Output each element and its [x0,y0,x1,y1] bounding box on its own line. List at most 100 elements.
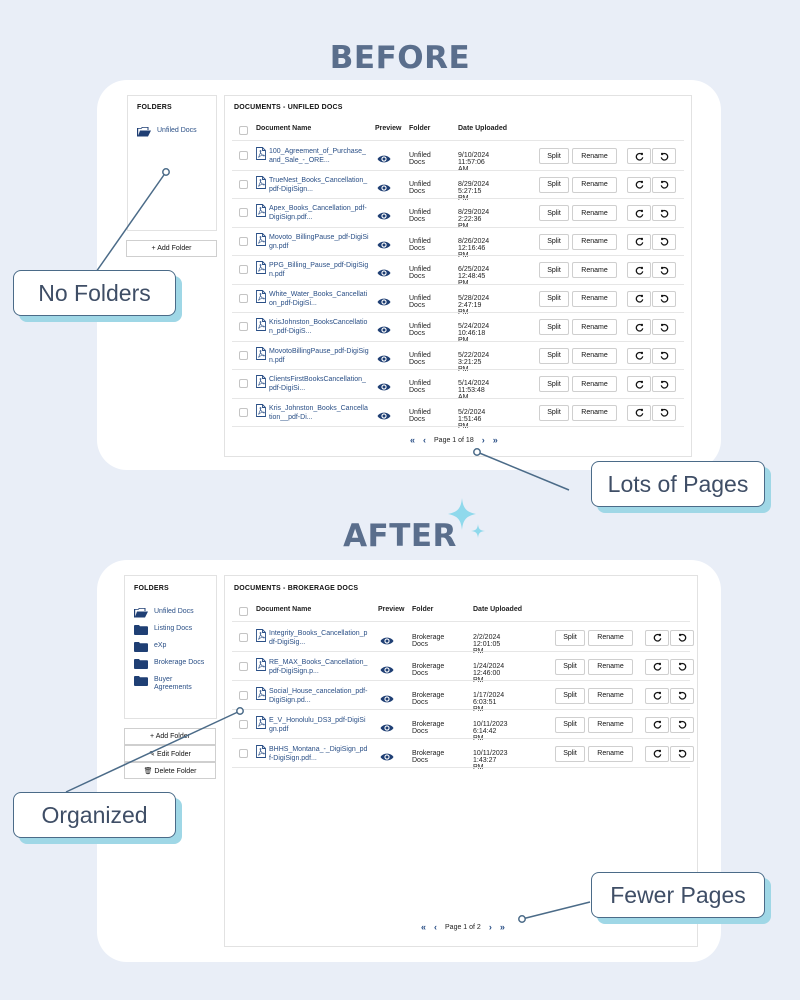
rename-button[interactable]: Rename [588,745,633,762]
rotate-clockwise-button[interactable] [645,658,669,675]
document-link[interactable]: E_V_Honolulu_DS3_pdf-DigiSign.pdf [256,715,369,734]
add-folder-button[interactable]: + Add Folder [124,728,216,745]
preview-eye-icon[interactable] [377,351,391,363]
row-checkbox[interactable] [239,350,248,360]
rotate-counterclockwise-button[interactable] [652,233,676,250]
document-link[interactable]: RE_MAX_Books_Cancellation_pdf-DigiSign.p… [256,657,369,676]
split-button[interactable]: Split [555,658,585,675]
row-checkbox[interactable] [239,236,248,246]
split-button[interactable]: Split [539,262,569,279]
rotate-counterclockwise-button[interactable] [652,347,676,364]
edit-folder-button[interactable]: ✎ Edit Folder [124,745,216,762]
split-button[interactable]: Split [555,629,585,646]
preview-eye-icon[interactable] [380,720,394,731]
document-link[interactable]: Kris_Johnston_Books_Cancellation__pdf-Di… [256,403,369,422]
document-link[interactable]: PPG_Billing_Pause_pdf-DigiSign.pdf [256,261,369,279]
rotate-counterclockwise-button[interactable] [652,148,676,165]
rotate-counterclockwise-button[interactable] [652,205,676,222]
rename-button[interactable]: Rename [572,148,617,165]
rotate-clockwise-button[interactable] [645,629,669,646]
document-link[interactable]: 100_Agreement_of_Purchase_and_Sale_-_ORE… [256,147,369,165]
preview-eye-icon[interactable] [377,322,391,334]
prev-page-button[interactable]: ‹ [423,435,426,445]
last-page-button[interactable]: » [500,922,505,932]
rotate-clockwise-button[interactable] [627,347,651,364]
document-link[interactable]: White_Water_Books_Cancellation_pdf-DigiS… [256,289,369,308]
next-page-button[interactable]: › [482,435,485,445]
rename-button[interactable]: Rename [572,376,617,393]
select-all-checkbox[interactable] [239,126,248,135]
first-page-button[interactable]: « [410,435,415,445]
rotate-clockwise-button[interactable] [627,319,651,336]
row-checkbox[interactable] [239,293,248,303]
document-link[interactable]: Social_House_cancelation_pdf-DigiSign.pd… [256,686,369,705]
rotate-counterclockwise-button[interactable] [652,319,676,336]
document-link[interactable]: TrueNest_Books_Cancellation_pdf-DigiSign… [256,175,369,194]
prev-page-button[interactable]: ‹ [434,922,437,932]
rotate-counterclockwise-button[interactable] [652,176,676,193]
rotate-clockwise-button[interactable] [627,205,651,222]
rename-button[interactable]: Rename [572,290,617,307]
rename-button[interactable]: Rename [572,404,617,421]
preview-eye-icon[interactable] [377,180,391,192]
preview-eye-icon[interactable] [377,294,391,306]
folder-item[interactable]: Unfiled Docs [137,127,213,137]
rotate-clockwise-button[interactable] [627,404,651,421]
rotate-clockwise-button[interactable] [645,687,669,704]
rotate-clockwise-button[interactable] [627,148,651,165]
row-checkbox[interactable] [239,719,248,729]
preview-eye-icon[interactable] [380,749,394,760]
split-button[interactable]: Split [539,233,569,250]
rename-button[interactable]: Rename [572,205,617,222]
split-button[interactable]: Split [539,376,569,393]
document-link[interactable]: ClientsFirstBooksCancellation_pdf-DigiSi… [256,375,369,393]
row-checkbox[interactable] [239,179,248,189]
last-page-button[interactable]: » [493,435,498,445]
document-link[interactable]: Movoto_BillingPause_pdf-DigiSign.pdf [256,232,369,251]
rotate-clockwise-button[interactable] [627,176,651,193]
split-button[interactable]: Split [555,716,585,733]
folder-item[interactable]: Brokerage Docs [134,659,210,669]
preview-eye-icon[interactable] [377,237,391,249]
folder-item[interactable]: eXp [134,642,210,652]
document-link[interactable]: KrisJohnston_BooksCancellation_pdf-DigiS… [256,318,369,336]
preview-eye-icon[interactable] [377,408,391,420]
document-link[interactable]: MovotoBillingPause_pdf-DigiSign.pdf [256,346,369,365]
rotate-counterclockwise-button[interactable] [670,658,694,675]
document-link[interactable]: Apex_Books_Cancellation_pdf-DigiSign.pdf… [256,204,369,222]
folder-item[interactable]: Listing Docs [134,625,210,635]
row-checkbox[interactable] [239,265,248,275]
preview-eye-icon[interactable] [377,208,391,220]
row-checkbox[interactable] [239,151,248,161]
first-page-button[interactable]: « [421,922,426,932]
rename-button[interactable]: Rename [588,687,633,704]
rotate-counterclockwise-button[interactable] [652,290,676,307]
split-button[interactable]: Split [539,148,569,165]
rotate-counterclockwise-button[interactable] [670,716,694,733]
rotate-counterclockwise-button[interactable] [670,629,694,646]
next-page-button[interactable]: › [489,922,492,932]
rotate-clockwise-button[interactable] [645,745,669,762]
rotate-counterclockwise-button[interactable] [652,262,676,279]
rotate-clockwise-button[interactable] [627,233,651,250]
split-button[interactable]: Split [539,347,569,364]
preview-eye-icon[interactable] [380,691,394,702]
split-button[interactable]: Split [539,205,569,222]
rotate-counterclockwise-button[interactable] [652,376,676,393]
row-checkbox[interactable] [239,632,248,642]
preview-eye-icon[interactable] [377,379,391,391]
row-checkbox[interactable] [239,407,248,417]
delete-folder-button[interactable]: 🗑 Delete Folder [124,762,216,779]
rotate-counterclockwise-button[interactable] [670,687,694,704]
rename-button[interactable]: Rename [572,176,617,193]
before-add-folder-button[interactable]: + Add Folder [126,240,217,257]
split-button[interactable]: Split [539,290,569,307]
split-button[interactable]: Split [539,404,569,421]
rename-button[interactable]: Rename [588,629,633,646]
rename-button[interactable]: Rename [588,716,633,733]
preview-eye-icon[interactable] [380,633,394,644]
split-button[interactable]: Split [539,176,569,193]
preview-eye-icon[interactable] [377,265,391,277]
row-checkbox[interactable] [239,748,248,758]
rename-button[interactable]: Rename [572,347,617,364]
